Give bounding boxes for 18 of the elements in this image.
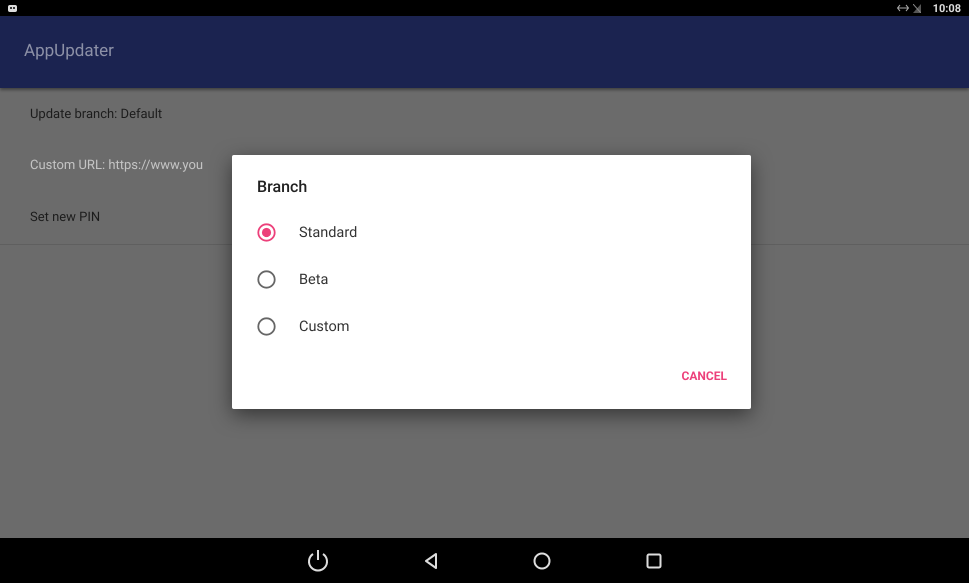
data-arrows-icon — [896, 4, 909, 12]
option-label[interactable]: Standard — [299, 222, 358, 244]
power-icon[interactable] — [307, 548, 329, 572]
app-title: AppUpdater — [24, 40, 114, 64]
android-robot-icon — [8, 4, 17, 12]
settings-row[interactable]: Update branch: Default — [0, 88, 969, 140]
option-label[interactable]: Beta — [299, 268, 328, 290]
radio-button[interactable] — [257, 270, 276, 289]
recents-icon[interactable] — [646, 552, 662, 568]
back-icon[interactable] — [424, 552, 438, 568]
clock-time: 10:08 — [932, 2, 961, 14]
cancel-button[interactable]: CANCEL — [680, 363, 729, 389]
radio-button[interactable] — [257, 317, 276, 336]
radio-button[interactable] — [257, 223, 276, 242]
home-icon[interactable] — [533, 552, 551, 570]
dialog-title: Branch — [257, 176, 308, 198]
no-signal-icon — [912, 4, 921, 12]
option-label[interactable]: Custom — [299, 316, 350, 338]
